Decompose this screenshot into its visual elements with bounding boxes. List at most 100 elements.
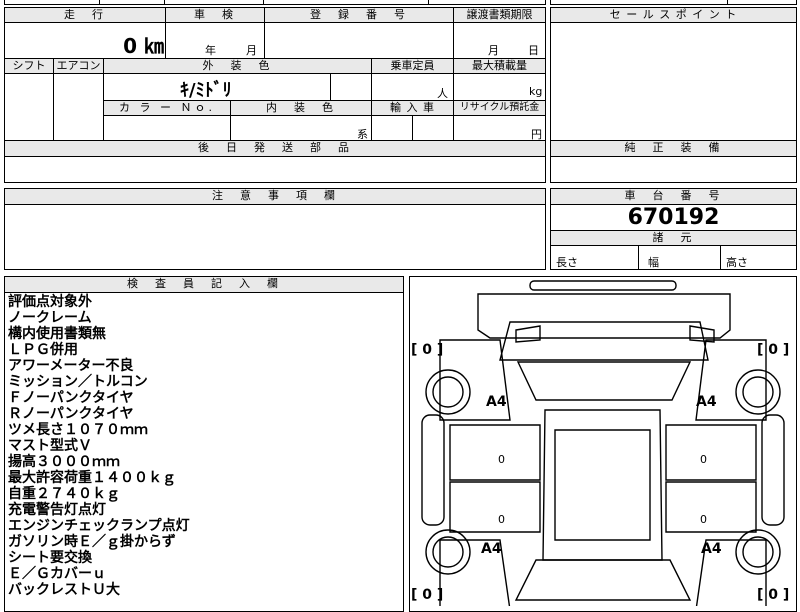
exterior-color-extra-cell — [330, 73, 372, 101]
inspector-note-line: ＬＰＧ併用 — [8, 342, 78, 358]
dimension-length-label: 長さ — [556, 256, 578, 269]
roof-inner-shape — [554, 429, 651, 541]
bracket-bottom-right: [ 0 ] — [757, 587, 789, 603]
interior-color-cell — [230, 115, 372, 141]
transfer-deadline-header: 譲渡書類期限 — [453, 7, 546, 23]
caution-cell — [4, 204, 546, 270]
inspector-note-line: 揚高３０００ｍｍ — [8, 454, 120, 470]
top-strip-cell-5 — [428, 0, 546, 5]
left-skirt-shape — [421, 414, 445, 526]
recycle-header: リサイクル預託金 — [453, 100, 546, 116]
shift-cell — [4, 73, 54, 141]
right-front-door-shape — [665, 424, 757, 481]
exterior-color-value: ｷ/ﾐﾄﾞﾘ — [180, 80, 232, 101]
inspector-note-line: Ｒノーパンクタイヤ — [8, 406, 134, 422]
import-header: 輸 入 車 — [371, 100, 454, 116]
top-strip-cell-6 — [550, 0, 728, 5]
interior-color-header: 内 装 色 — [230, 100, 372, 116]
door-front-right-value: 0 — [700, 453, 707, 466]
top-strip-cell-3 — [164, 0, 264, 5]
roof-shape — [542, 409, 663, 561]
inspection-year-unit: 年 — [205, 44, 216, 57]
inspection-month-unit: 月 — [246, 44, 257, 57]
mark-rear-right: A4 — [701, 541, 722, 557]
genuine-equipment-header: 純 正 装 備 — [550, 140, 797, 157]
mileage-value: 0 ㎞ — [123, 34, 164, 58]
mark-front-right: A4 — [696, 394, 717, 410]
mark-front-left: A4 — [486, 394, 507, 410]
top-strip-cell-4 — [263, 0, 429, 5]
wheel-fr-inner — [742, 376, 774, 408]
left-mirror-shape — [515, 325, 541, 343]
inspector-note-line: ミッション／トルコン — [8, 374, 148, 390]
inspector-note-line: Ｆノーパンクタイヤ — [8, 390, 134, 406]
wheel-rr-inner — [742, 536, 774, 568]
inspector-note-line: 自重２７４０ｋｇ — [8, 486, 120, 502]
chassis-value: 670192 — [627, 205, 720, 230]
capacity-unit: 人 — [437, 87, 448, 100]
sales-point-cell — [550, 22, 797, 141]
wheel-fl-inner — [432, 376, 464, 408]
transfer-month-unit: 月 — [488, 44, 499, 57]
left-front-door-shape — [449, 424, 541, 481]
aircon-header: エアコン — [53, 58, 104, 74]
door-rear-right-value: 0 — [700, 513, 707, 526]
later-parts-header: 後 日 発 送 部 品 — [4, 140, 546, 157]
shift-header: シフト — [4, 58, 54, 74]
windshield-shape — [516, 361, 692, 401]
bracket-top-right: [ 0 ] — [757, 342, 789, 358]
inspector-header: 検 査 員 記 入 欄 — [4, 276, 404, 293]
inspector-note-line: ガソリン時Ｅ／ｇ掛からず — [8, 534, 176, 550]
front-bumper-shape — [529, 280, 677, 291]
inspector-note-line: 充電警告灯点灯 — [8, 502, 106, 518]
genuine-equipment-cell — [550, 156, 797, 183]
right-skirt-shape — [761, 414, 785, 526]
right-rear-door-shape — [665, 481, 757, 533]
mark-rear-left: A4 — [481, 541, 502, 557]
inspector-notes: 評価点対象外 ノークレーム 構内使用書類無 ＬＰＧ併用 アワーメーター不良 ミッション／ト… — [8, 294, 403, 598]
color-no-cell — [103, 115, 231, 141]
top-strip-cell-7 — [727, 0, 797, 5]
inspector-note-line: ツメ長さ１０７０ｍｍ — [8, 422, 148, 438]
caution-header: 注 意 事 項 欄 — [4, 188, 546, 205]
door-rear-left-value: 0 — [498, 513, 505, 526]
import-cell-right — [412, 115, 454, 141]
dimension-height-label: 高さ — [726, 256, 748, 269]
car-diagram: [ 0 ] [ 0 ] [ 0 ] [ 0 ] A4 A4 A4 A4 0 0 … — [411, 280, 789, 606]
inspector-note-line: エンジンチェックランプ点灯 — [8, 518, 190, 534]
left-rear-door-shape — [449, 481, 541, 533]
inspection-header: 車 検 — [165, 7, 265, 23]
inspector-note-line: 評価点対象外 — [8, 294, 92, 310]
chassis-header: 車 台 番 号 — [550, 188, 797, 205]
wheel-rl-inner — [432, 536, 464, 568]
sales-point-header: セ ー ル ス ポ イ ン ト — [550, 7, 797, 23]
transfer-day-unit: 日 — [528, 44, 539, 57]
color-no-header: カ ラ ー Ｎｏ. — [103, 100, 231, 116]
aircon-cell — [53, 73, 104, 141]
bracket-bottom-left: [ 0 ] — [411, 587, 443, 603]
inspector-note-line: 最大許容荷重１４００ｋｇ — [8, 470, 176, 486]
inspector-note-line: シート要交換 — [8, 550, 92, 566]
inspector-note-line: マスト型式Ｖ — [8, 438, 92, 454]
bracket-top-left: [ 0 ] — [411, 342, 443, 358]
top-strip-cell-2 — [99, 0, 165, 5]
registration-header: 登 録 番 号 — [264, 7, 454, 23]
rear-window-shape — [514, 559, 692, 601]
inspector-note-line: アワーメーター不良 — [8, 358, 134, 374]
dimensions-header: 諸 元 — [550, 230, 797, 246]
door-front-left-value: 0 — [498, 453, 505, 466]
exterior-color-header: 外 装 色 — [103, 58, 372, 74]
dimension-width-label: 幅 — [648, 256, 659, 269]
top-strip-cell-1 — [4, 0, 100, 5]
inspector-note-line: ノークレーム — [8, 310, 92, 326]
capacity-header: 乗車定員 — [371, 58, 454, 74]
mileage-header: 走 行 — [4, 7, 166, 23]
inspector-note-line: バックレストＵ大 — [8, 582, 120, 598]
inspector-note-line: 構内使用書類無 — [8, 326, 106, 342]
inspector-note-line: Ｅ／Ｇカバーｕ — [8, 566, 106, 582]
registration-cell — [264, 22, 454, 59]
later-parts-cell — [4, 156, 546, 183]
max-load-unit: kg — [529, 85, 543, 98]
max-load-header: 最大積載量 — [453, 58, 546, 74]
import-cell-left — [371, 115, 413, 141]
